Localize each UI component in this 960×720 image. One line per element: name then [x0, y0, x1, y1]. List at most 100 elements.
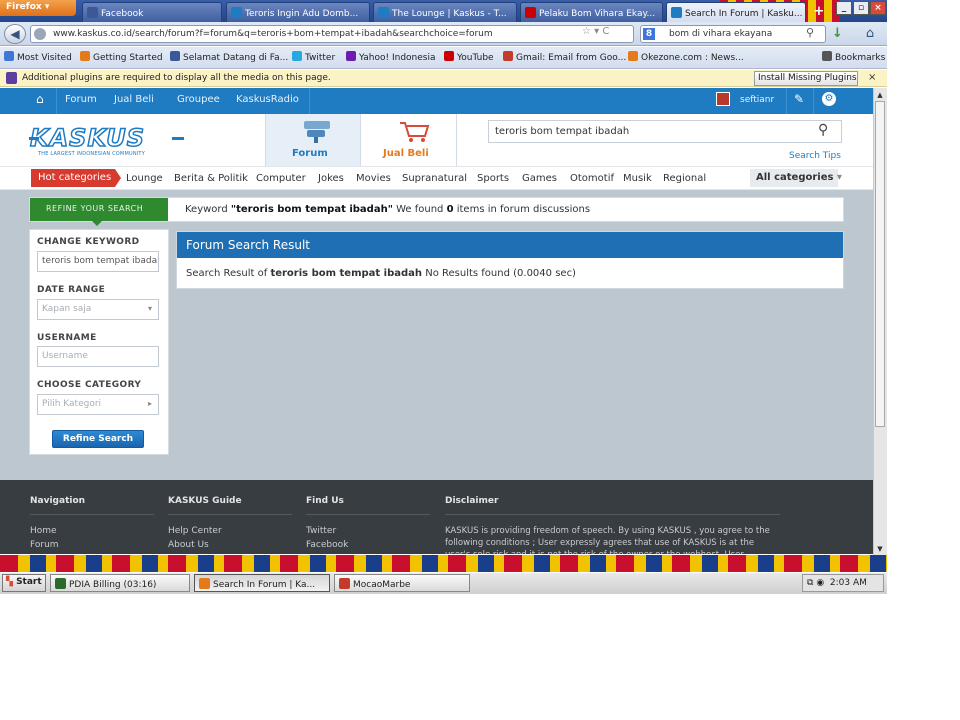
username-field[interactable]: Username — [37, 346, 159, 367]
category-sports[interactable]: Sports — [477, 173, 509, 184]
minimize-button[interactable]: _ — [836, 1, 852, 15]
nav-kaskus-radio[interactable]: KaskusRadio — [236, 94, 299, 105]
plugin-icon — [6, 72, 17, 84]
footer-link-forum[interactable]: Forum — [30, 540, 59, 550]
browser-search-input[interactable]: bom di vihara ekayana — [640, 25, 826, 43]
username[interactable]: seftianr — [740, 95, 774, 105]
kaskus-logo[interactable]: KASKUS — [29, 123, 145, 153]
close-button[interactable]: × — [870, 1, 886, 15]
kaskus-search-input[interactable]: teroris bom tempat ibadah — [488, 120, 842, 143]
taskbar-pdia-billing[interactable]: PDIA Billing (03:16) — [50, 574, 190, 592]
firefox-menu-button[interactable]: Firefox ▾ — [0, 0, 76, 16]
windows-logo-icon: ▚ — [6, 577, 13, 587]
taskbar-mocaomarbe[interactable]: MocaoMarbe — [334, 574, 470, 592]
avatar[interactable] — [716, 92, 730, 106]
maximize-button[interactable]: ▫ — [853, 1, 869, 15]
nav-divider — [309, 88, 310, 114]
footer-link-twitter[interactable]: Twitter — [306, 526, 336, 536]
jual-beli-label[interactable]: Jual Beli — [383, 148, 429, 159]
search-icon[interactable]: ⚲ — [806, 26, 814, 39]
scroll-down-icon[interactable]: ▼ — [874, 543, 886, 555]
category-musik[interactable]: Musik — [623, 173, 652, 184]
start-label: Start — [16, 577, 42, 587]
search-engine-icon[interactable]: 8 — [643, 28, 655, 40]
close-notification-icon[interactable]: × — [868, 72, 876, 83]
disclaimer-text: KASKUS is providing freedom of speech. B… — [445, 526, 770, 554]
nav-jual-beli[interactable]: Jual Beli — [114, 94, 154, 105]
tab-youtube-pelaku[interactable]: Pelaku Bom Vihara Ekay... — [520, 2, 663, 22]
footer-divider — [445, 514, 780, 515]
scroll-up-icon[interactable]: ▲ — [874, 89, 886, 101]
footer-disclaimer-title: Disclaimer — [445, 496, 499, 506]
footer-link-home[interactable]: Home — [30, 526, 57, 536]
home-icon[interactable]: ⌂ — [860, 24, 880, 44]
bookmark-facebook[interactable]: Selamat Datang di Fa... — [170, 51, 288, 63]
taskbar-firefox[interactable]: Search In Forum | Ka... — [194, 574, 330, 592]
footer-link-facebook[interactable]: Facebook — [306, 540, 348, 550]
gear-icon[interactable]: ⚙ — [822, 92, 836, 106]
category-supranatural[interactable]: Supranatural — [402, 173, 467, 184]
forum-label[interactable]: Forum — [292, 148, 328, 159]
change-keyword-label: CHANGE KEYWORD — [37, 237, 140, 247]
nav-divider — [813, 88, 814, 114]
bookmark-getting-started[interactable]: Getting Started — [80, 51, 163, 63]
search-icon[interactable]: ⚲ — [818, 122, 828, 138]
chevron-right-icon: ▸ — [147, 399, 152, 408]
category-select[interactable]: Pilih Kategori ▸ — [37, 394, 159, 415]
username-label: USERNAME — [37, 333, 97, 343]
download-icon[interactable]: ↓ — [832, 26, 843, 41]
url-bar[interactable]: www.kaskus.co.id/search/forum?f=forum&q=… — [30, 25, 634, 43]
scrollbar-thumb[interactable] — [875, 101, 885, 427]
back-arrow-icon[interactable]: ◀ — [4, 24, 26, 44]
category-games[interactable]: Games — [522, 173, 557, 184]
tab-search-in-forum[interactable]: Search In Forum | Kasku... — [666, 2, 806, 22]
clock[interactable]: 2:03 AM — [830, 578, 867, 588]
nav-forum[interactable]: Forum — [65, 94, 97, 105]
tab-facebook[interactable]: Facebook — [82, 2, 222, 22]
home-icon[interactable]: ⌂ — [36, 93, 48, 105]
category-computer[interactable]: Computer — [256, 173, 306, 184]
bookmark-star-icon[interactable]: ☆ ▾ C — [582, 26, 609, 37]
bookmark-youtube[interactable]: YouTube — [444, 51, 494, 63]
category-lounge[interactable]: Lounge — [126, 173, 163, 184]
hot-categories-tag[interactable]: Hot categories — [31, 169, 121, 187]
category-movies[interactable]: Movies — [356, 173, 391, 184]
shopping-cart-icon — [400, 122, 430, 142]
footer-divider — [30, 514, 154, 515]
site-identity-icon[interactable] — [34, 28, 46, 40]
tab-teroris[interactable]: Teroris Ingin Adu Domb... — [226, 2, 370, 22]
date-range-select[interactable]: Kapan saja ▾ — [37, 299, 159, 320]
keyword-field[interactable]: teroris bom tempat ibadah — [37, 251, 159, 272]
bookmark-gmail[interactable]: Gmail: Email from Goo... — [503, 51, 626, 63]
footer-link-help-center[interactable]: Help Center — [168, 526, 222, 536]
chevron-down-icon: ▾ — [836, 172, 842, 183]
okezone-icon — [628, 51, 638, 61]
new-tab-button[interactable]: + — [810, 4, 828, 20]
date-range-value: Kapan saja — [42, 304, 92, 314]
category-regional[interactable]: Regional — [663, 173, 706, 184]
search-tips-link[interactable]: Search Tips — [789, 151, 841, 161]
header-divider — [456, 114, 457, 166]
all-categories-dropdown[interactable]: All categories ▾ — [750, 169, 842, 187]
logo-dash — [172, 137, 184, 140]
kaskus-icon — [671, 7, 682, 18]
bookmarks-menu[interactable]: Bookmarks — [822, 51, 885, 63]
category-otomotif[interactable]: Otomotif — [570, 173, 614, 184]
install-plugins-button[interactable]: Install Missing Plugins... — [754, 71, 858, 86]
bookmark-most-visited[interactable]: Most Visited — [4, 51, 72, 63]
pencil-icon[interactable]: ✎ — [794, 92, 804, 106]
bookmark-yahoo[interactable]: Yahoo! Indonesia — [346, 51, 435, 63]
category-berita-politik[interactable]: Berita & Politik — [174, 173, 248, 184]
refine-search-button[interactable]: Refine Search — [52, 430, 144, 448]
footer-link-about-us[interactable]: About Us — [168, 540, 209, 550]
start-button[interactable]: ▚ Start — [2, 574, 46, 592]
category-jokes[interactable]: Jokes — [318, 173, 344, 184]
network-icon[interactable]: ⧉ — [807, 578, 813, 588]
bookmark-icon — [4, 51, 14, 61]
bookmark-label: Getting Started — [93, 53, 163, 63]
tab-the-lounge[interactable]: The Lounge | Kaskus - T... — [373, 2, 517, 22]
bookmark-twitter[interactable]: Twitter — [292, 51, 335, 63]
nav-groupee[interactable]: Groupee — [177, 94, 220, 105]
volume-icon[interactable]: ◉ — [816, 578, 824, 588]
bookmark-okezone[interactable]: Okezone.com : News... — [628, 51, 744, 63]
